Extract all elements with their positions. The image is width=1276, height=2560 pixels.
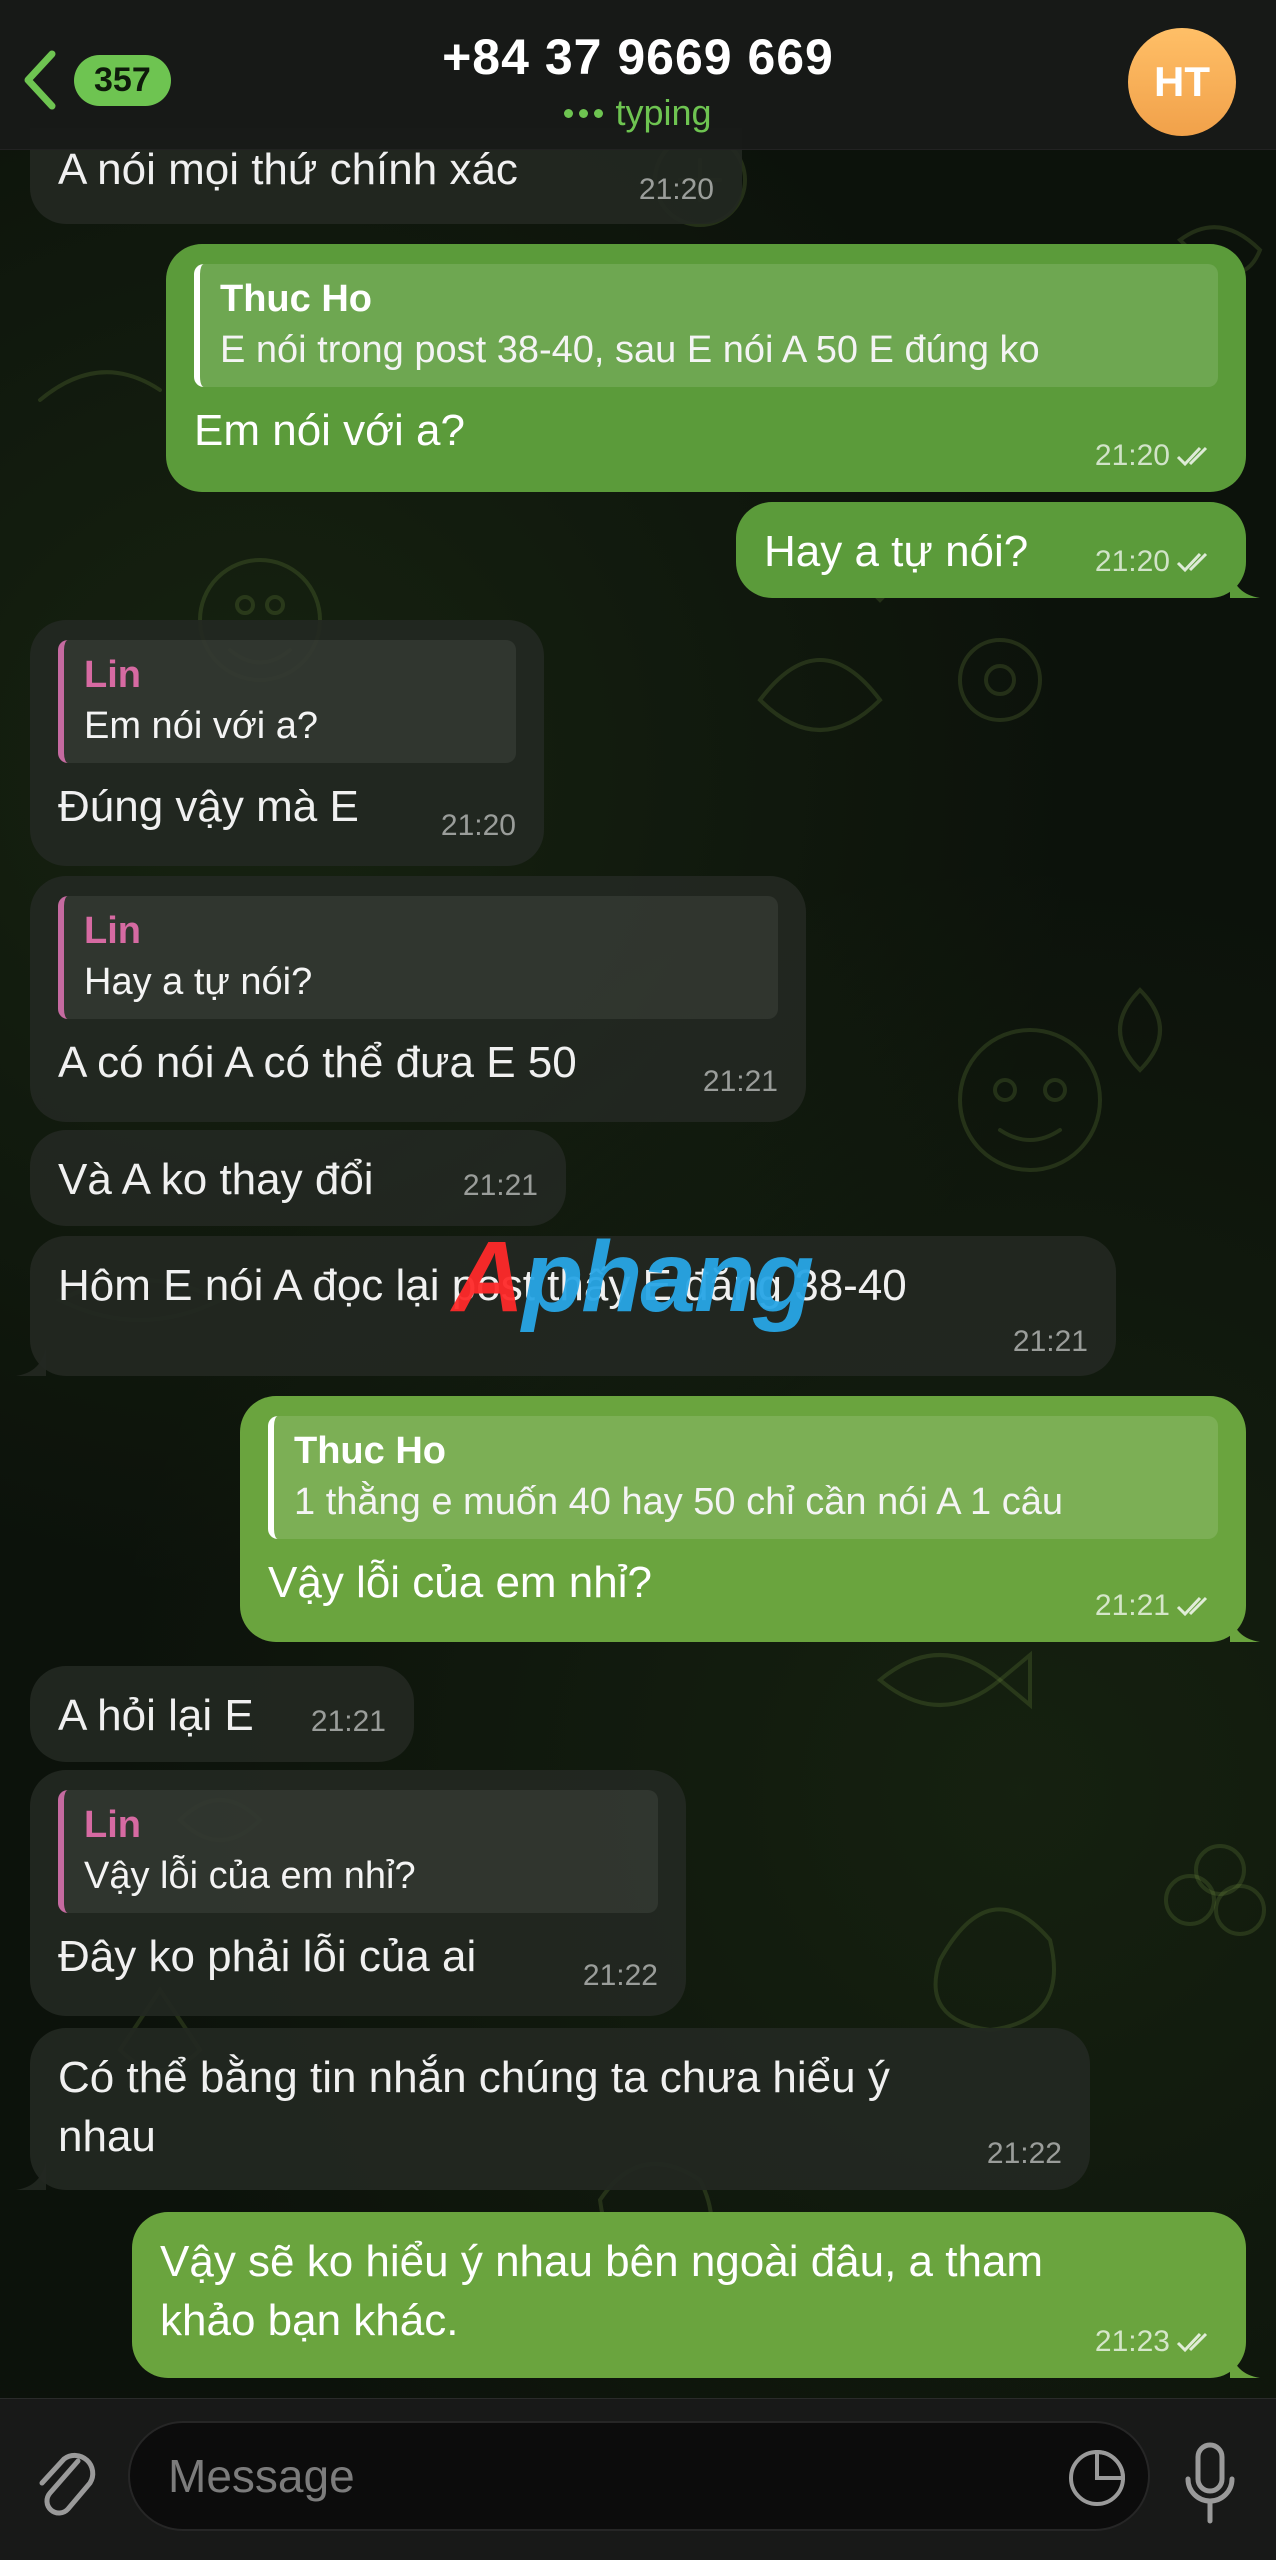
reply-author: Thuc Ho	[220, 278, 372, 320]
message-text: A nói mọi thứ chính xác	[58, 145, 518, 194]
reply-quote[interactable]: Lin Em nói với a?	[58, 640, 516, 763]
reply-author: Lin	[84, 654, 141, 696]
message-text-line: Có thể bằng tin nhắn chúng ta chưa hiểu …	[58, 2053, 890, 2102]
reply-quote[interactable]: Lin Hay a tự nói?	[58, 896, 778, 1019]
message-meta: 21:23	[1095, 2322, 1220, 2363]
composer-bar: Message	[0, 2398, 1276, 2560]
message-meta: 21:21	[1095, 1586, 1220, 1627]
message-incoming[interactable]: Có thể bằng tin nhắn chúng ta chưa hiểu …	[16, 2028, 1090, 2190]
double-check-icon	[1176, 2332, 1208, 2352]
reply-quote[interactable]: Thuc Ho E nói trong post 38-40, sau E nó…	[194, 264, 1218, 387]
message-outgoing[interactable]: Hay a tự nói? 21:20	[736, 502, 1260, 598]
message-text-line: nhau	[58, 2112, 156, 2162]
message-outgoing[interactable]: Thuc Ho E nói trong post 38-40, sau E nó…	[166, 244, 1246, 492]
message-text: Đây ko phải lỗi của ai	[58, 1931, 477, 1981]
bubble-tail	[16, 2160, 46, 2190]
double-check-icon	[1176, 552, 1208, 572]
message-time: 21:20	[1094, 544, 1170, 578]
reply-quote[interactable]: Thuc Ho 1 thằng e muốn 40 hay 50 chỉ cần…	[268, 1416, 1218, 1539]
message-time: 21:20	[638, 172, 714, 206]
message-time: 21:21	[310, 1704, 386, 1738]
bubble-tail	[1230, 2348, 1260, 2378]
message-text: Hay a tự nói?	[764, 527, 1029, 576]
message-incoming[interactable]: Lin Em nói với a? Đúng vậy mà E 21:20	[30, 620, 544, 866]
reply-text: E nói trong post 38-40, sau E nói A 50 E…	[220, 329, 1040, 372]
avatar[interactable]: HT	[1128, 28, 1236, 136]
paperclip-icon[interactable]	[30, 2439, 100, 2529]
chat-title-area[interactable]: +84 37 9669 669 typing	[0, 28, 1276, 134]
message-incoming[interactable]: A hỏi lại E 21:21	[30, 1666, 414, 1762]
message-text-line: Vậy sẽ ko hiểu ý nhau bên ngoài đâu, a t…	[160, 2237, 1044, 2286]
watermark-logo: Aphang	[452, 1221, 814, 1333]
message-text: A có nói A có thể đưa E 50	[58, 1037, 577, 1087]
message-text-line: khảo bạn khác.	[160, 2296, 459, 2346]
reply-text: 1 thằng e muốn 40 hay 50 chỉ cần nói A 1…	[294, 1481, 1064, 1524]
status-text: typing	[615, 92, 712, 133]
message-time: 21:21	[462, 1168, 538, 1202]
reply-author: Lin	[84, 910, 141, 952]
message-time: 21:21	[1094, 1588, 1170, 1622]
reply-text: Hay a tự nói?	[84, 961, 313, 1004]
message-time: 21:22	[582, 1958, 658, 1992]
sticker-icon[interactable]	[1066, 2447, 1128, 2509]
message-meta: 21:20	[1095, 542, 1220, 583]
reply-quote[interactable]: Lin Vậy lỗi của em nhỉ?	[58, 1790, 658, 1913]
microphone-icon[interactable]	[1180, 2439, 1240, 2529]
message-time: 21:21	[1012, 1324, 1088, 1358]
message-incoming[interactable]: Và A ko thay đổi 21:21	[30, 1130, 566, 1226]
reply-text: Em nói với a?	[84, 705, 319, 748]
message-input[interactable]: Message	[128, 2421, 1150, 2531]
message-time: 21:23	[1094, 2324, 1170, 2358]
message-text: Đúng vậy mà E	[58, 781, 359, 831]
message-text: Và A ko thay đổi	[58, 1155, 374, 1204]
bubble-tail	[16, 1346, 46, 1376]
reply-text: Vậy lỗi của em nhỉ?	[84, 1855, 416, 1898]
chat-header: 357 +84 37 9669 669 typing HT	[0, 0, 1276, 150]
double-check-icon	[1176, 446, 1208, 466]
message-time: 21:22	[986, 2136, 1062, 2170]
message-text: Em nói với a?	[194, 405, 465, 455]
message-meta: 21:20	[1095, 436, 1220, 477]
typing-dots-icon	[564, 108, 604, 118]
chat-title: +84 37 9669 669	[442, 29, 834, 85]
bubble-tail	[1230, 568, 1260, 598]
reply-author: Lin	[84, 1804, 141, 1846]
message-time: 21:21	[702, 1064, 778, 1098]
message-outgoing[interactable]: Vậy sẽ ko hiểu ý nhau bên ngoài đâu, a t…	[132, 2212, 1260, 2378]
message-text: Vậy lỗi của em nhỉ?	[268, 1557, 652, 1607]
message-outgoing[interactable]: Thuc Ho 1 thằng e muốn 40 hay 50 chỉ cần…	[240, 1396, 1260, 1642]
message-text: A hỏi lại E	[58, 1691, 254, 1740]
message-placeholder: Message	[168, 2450, 355, 2502]
double-check-icon	[1176, 1596, 1208, 1616]
reply-author: Thuc Ho	[294, 1430, 446, 1472]
typing-status: typing	[0, 92, 1276, 134]
message-time: 21:20	[1094, 438, 1170, 472]
message-time: 21:20	[440, 808, 516, 842]
message-incoming[interactable]: Lin Hay a tự nói? A có nói A có thể đưa …	[30, 876, 806, 1122]
message-incoming[interactable]: Lin Vậy lỗi của em nhỉ? Đây ko phải lỗi …	[30, 1770, 686, 2016]
bubble-tail	[1230, 1612, 1260, 1642]
